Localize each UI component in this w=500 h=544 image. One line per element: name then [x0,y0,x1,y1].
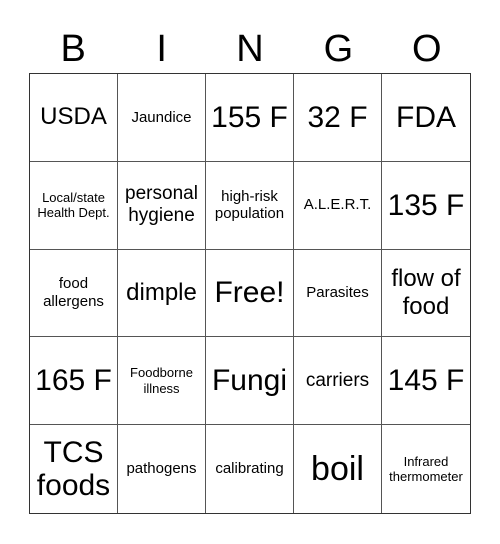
header-letter-g: G [323,28,354,70]
bingo-cell[interactable]: USDA [30,74,118,162]
header-letter-b: B [60,28,86,70]
header-letter-i: I [156,28,167,70]
bingo-cell[interactable]: Infrared thermometer [382,425,470,513]
bingo-cell[interactable]: 32 F [294,74,382,162]
bingo-cell[interactable]: 145 F [382,337,470,426]
bingo-cell[interactable]: Parasites [294,249,382,338]
bingo-cell[interactable]: 165 F [30,337,118,426]
bingo-grid: USDA Jaundice 155 F 32 F FDA Local/state… [29,73,471,514]
bingo-cell[interactable]: Jaundice [118,74,206,162]
header-letter-o: O [412,28,442,70]
bingo-cell[interactable]: 135 F [382,162,470,250]
bingo-cell[interactable]: Local/state Health Dept. [30,161,118,250]
bingo-cell[interactable]: Foodborne illness [118,337,206,426]
bingo-cell[interactable]: calibrating [206,425,294,513]
header-letter-n: N [236,28,264,70]
bingo-cell[interactable]: carriers [294,337,382,426]
bingo-cell[interactable]: 155 F [206,74,294,162]
bingo-header: B I N G O [29,26,471,72]
bingo-cell[interactable]: A.L.E.R.T. [294,161,382,250]
bingo-cell[interactable]: dimple [118,249,206,338]
bingo-cell[interactable]: food allergens [30,249,118,338]
bingo-cell[interactable]: personal hygiene [118,161,206,250]
bingo-cell[interactable]: FDA [382,74,470,162]
bingo-cell[interactable]: Fungi [206,337,294,426]
bingo-cell[interactable]: boil [294,425,382,513]
bingo-cell[interactable]: pathogens [118,425,206,513]
free-space-cell[interactable]: Free! [206,249,294,338]
bingo-cell[interactable]: high-risk population [206,161,294,250]
bingo-cell[interactable]: flow of food [382,250,470,338]
bingo-cell[interactable]: TCS foods [30,425,118,513]
